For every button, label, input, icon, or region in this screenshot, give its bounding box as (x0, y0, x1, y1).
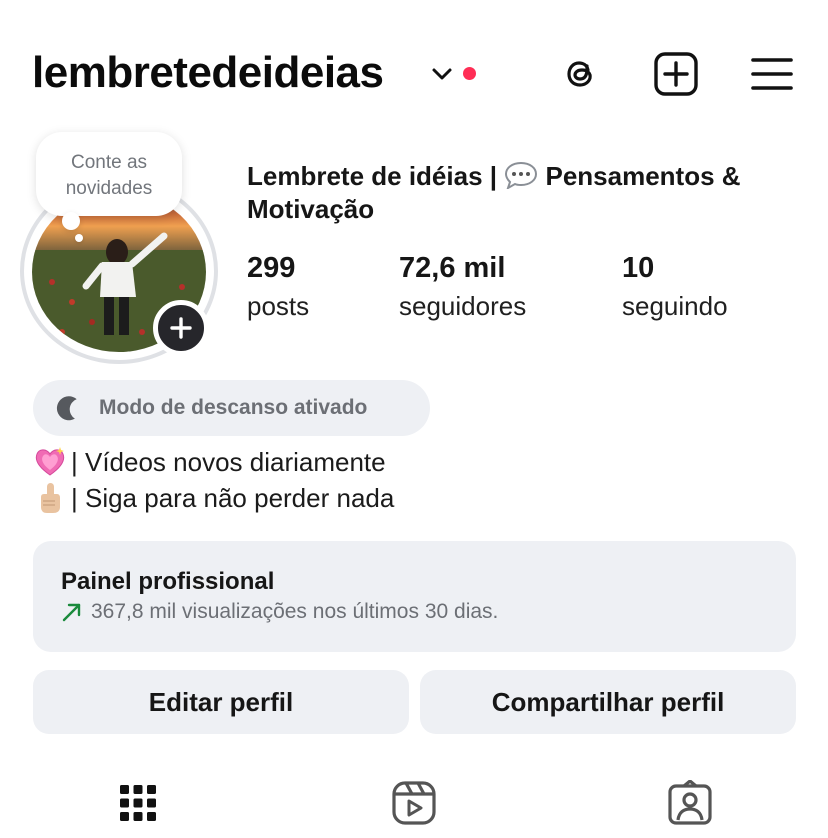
profile-header: lembretedeideias (0, 0, 828, 150)
bio-line-2: | Siga para não perder nada (33, 480, 394, 516)
bio-text-2: | Siga para não perder nada (71, 483, 395, 513)
views-summary: 367,8 mil visualizações nos últimos 30 d… (91, 600, 499, 623)
grid-icon (120, 785, 156, 821)
rest-mode-pill[interactable]: Modo de descanso ativado (33, 380, 430, 436)
stat-value: 10 (622, 252, 655, 284)
bio-text-1: | Vídeos novos diariamente (71, 447, 386, 477)
sparkling-heart-icon (35, 447, 65, 476)
new-post-icon[interactable] (652, 50, 700, 98)
threads-icon[interactable] (556, 50, 604, 98)
stat-value: 72,6 mil (399, 252, 506, 284)
plus-icon (170, 317, 192, 339)
display-name: Lembrete de idéias | Pensamentos & Motiv… (247, 160, 807, 226)
speech-bubble-icon (504, 161, 538, 191)
professional-dashboard-subtitle: 367,8 mil visualizações nos últimos 30 d… (61, 600, 768, 624)
tab-posts-grid[interactable] (113, 778, 163, 828)
tagged-person-icon (668, 780, 712, 825)
note-bubble[interactable]: Conte as novidades (36, 132, 182, 216)
professional-dashboard[interactable]: Painel profissional 367,8 mil visualizaç… (33, 541, 796, 652)
rest-mode-label: Modo de descanso ativado (99, 396, 368, 419)
stat-label: seguindo (622, 291, 728, 321)
notification-dot (463, 67, 476, 80)
edit-profile-button[interactable]: Editar perfil (33, 670, 409, 734)
note-bubble-tail-small (75, 234, 83, 242)
stat-label: seguidores (399, 291, 527, 321)
stat-followers[interactable]: 72,6 mil seguidores (399, 250, 526, 326)
display-name-part1: Lembrete de idéias | (247, 161, 505, 191)
add-story-button[interactable] (153, 300, 209, 356)
stat-label: posts (247, 291, 310, 321)
moon-icon (56, 396, 77, 421)
note-bubble-tail (62, 212, 80, 230)
chevron-down-icon[interactable] (430, 64, 454, 84)
menu-icon[interactable] (748, 50, 796, 98)
stat-value: 299 (247, 252, 296, 284)
stat-following[interactable]: 10 seguindo (622, 250, 728, 326)
username-switcher[interactable]: lembretedeideias (32, 48, 384, 98)
tab-tagged[interactable] (665, 778, 715, 828)
share-profile-button[interactable]: Compartilhar perfil (420, 670, 796, 734)
bio-line-1: | Vídeos novos diariamente (33, 444, 394, 480)
professional-dashboard-title: Painel profissional (61, 568, 275, 595)
index-pointing-up-icon (41, 483, 60, 513)
trend-up-arrow-icon (62, 603, 81, 622)
stat-posts[interactable]: 299 posts (247, 250, 309, 326)
bio: | Vídeos novos diariamente | Siga para n… (33, 444, 394, 516)
reels-icon (392, 781, 436, 825)
tab-reels[interactable] (389, 778, 439, 828)
